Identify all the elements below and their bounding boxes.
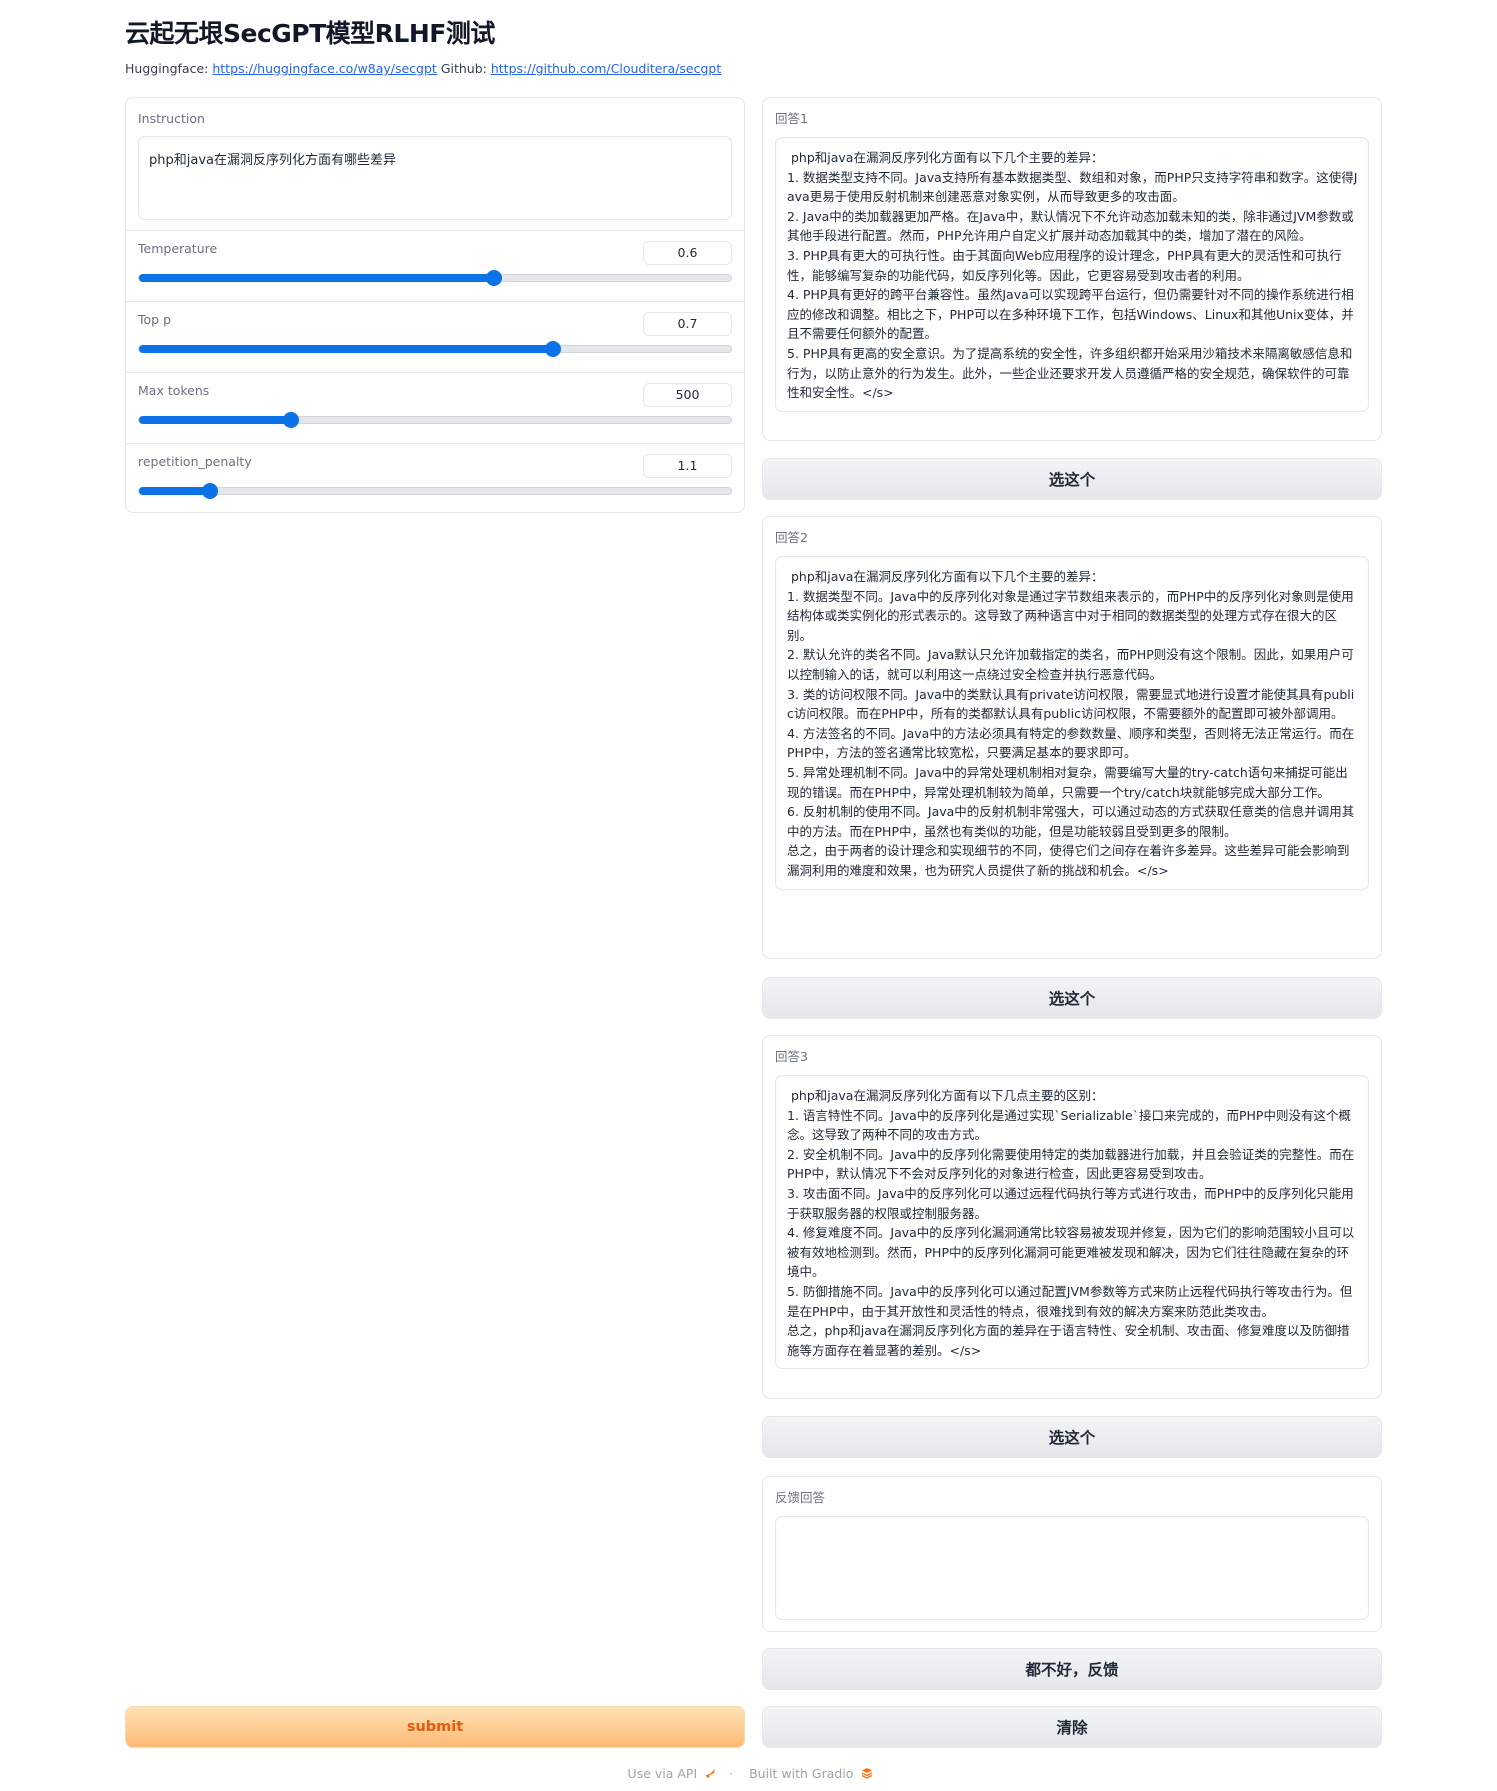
use-via-api-link[interactable]: Use via API [624,1766,722,1781]
rocket-icon [705,1769,716,1779]
repetition-penalty-slider-fill [139,487,211,495]
repetition-penalty-slider-thumb[interactable] [202,483,219,499]
choose-answer-2-button[interactable]: 选这个 [762,977,1382,1019]
instruction-label: Instruction [138,111,205,126]
huggingface-label: Huggingface: [125,61,209,76]
instruction-block: Instruction php和java在漏洞反序列化方面有哪些差异 [126,98,744,231]
answer-3-text[interactable]: php和java在漏洞反序列化方面有以下几点主要的区别： 1. 语言特性不同。J… [775,1075,1369,1370]
repetition-penalty-number-input[interactable]: 1.1 [643,454,732,478]
temperature-slider-fill [139,274,495,282]
answer-1-panel: 回答1 php和java在漏洞反序列化方面有以下几个主要的差异： 1. 数据类型… [762,97,1382,441]
top-p-number-input[interactable]: 0.7 [643,312,732,336]
max-tokens-slider-fill [139,416,292,424]
subtitle-links: Huggingface: https://huggingface.co/w8ay… [125,61,721,76]
temperature-number-input[interactable]: 0.6 [643,241,732,265]
repetition-penalty-slider[interactable] [138,483,732,499]
top-p-slider[interactable] [138,341,732,357]
top-p-slider-fill [139,345,554,353]
use-via-api-label: Use via API [627,1766,698,1781]
answer-1-text[interactable]: php和java在漏洞反序列化方面有以下几个主要的差异： 1. 数据类型支持不同… [775,137,1369,412]
page-title: 云起无垠SecGPT模型RLHF测试 [125,19,495,48]
github-link[interactable]: https://github.com/Clouditera/secgpt [491,61,721,76]
top-p-block: Top p 0.7 [126,302,744,373]
choose-answer-3-button[interactable]: 选这个 [762,1416,1382,1458]
input-panel: Instruction php和java在漏洞反序列化方面有哪些差异 Tempe… [125,97,745,513]
max-tokens-number-input[interactable]: 500 [643,383,732,407]
temperature-slider-thumb[interactable] [486,270,503,286]
temperature-block: Temperature 0.6 [126,231,744,302]
answer-3-panel: 回答3 php和java在漏洞反序列化方面有以下几点主要的区别： 1. 语言特性… [762,1035,1382,1399]
built-with-gradio-link[interactable]: Built with Gradio [745,1766,873,1781]
huggingface-link[interactable]: https://huggingface.co/w8ay/secgpt [212,61,436,76]
clear-button[interactable]: 清除 [762,1706,1382,1748]
feedback-panel: 反馈回答 [762,1476,1382,1632]
submit-button[interactable]: submit [125,1706,745,1748]
footer: Use via API · Built with Gradio [0,1766,1497,1781]
feedback-input[interactable] [775,1516,1369,1620]
instruction-input[interactable]: php和java在漏洞反序列化方面有哪些差异 [138,136,732,220]
max-tokens-slider[interactable] [138,412,732,428]
feedback-button[interactable]: 都不好，反馈 [762,1648,1382,1690]
repetition-penalty-block: repetition_penalty 1.1 [126,444,744,512]
max-tokens-slider-thumb[interactable] [283,412,300,428]
answer-2-text[interactable]: php和java在漏洞反序列化方面有以下几个主要的差异： 1. 数据类型不同。J… [775,556,1369,890]
built-with-gradio-label: Built with Gradio [749,1766,854,1781]
top-p-slider-thumb[interactable] [545,341,562,357]
feedback-label: 反馈回答 [775,1490,826,1505]
answer-2-label: 回答2 [775,530,808,545]
max-tokens-block: Max tokens 500 [126,373,744,444]
answer-1-label: 回答1 [775,111,808,126]
choose-answer-1-button[interactable]: 选这个 [762,458,1382,500]
answer-3-label: 回答3 [775,1049,808,1064]
footer-separator: · [729,1766,734,1781]
answer-2-panel: 回答2 php和java在漏洞反序列化方面有以下几个主要的差异： 1. 数据类型… [762,516,1382,959]
gradio-logo-icon [862,1768,873,1779]
temperature-slider[interactable] [138,270,732,286]
github-label: Github: [440,61,487,76]
